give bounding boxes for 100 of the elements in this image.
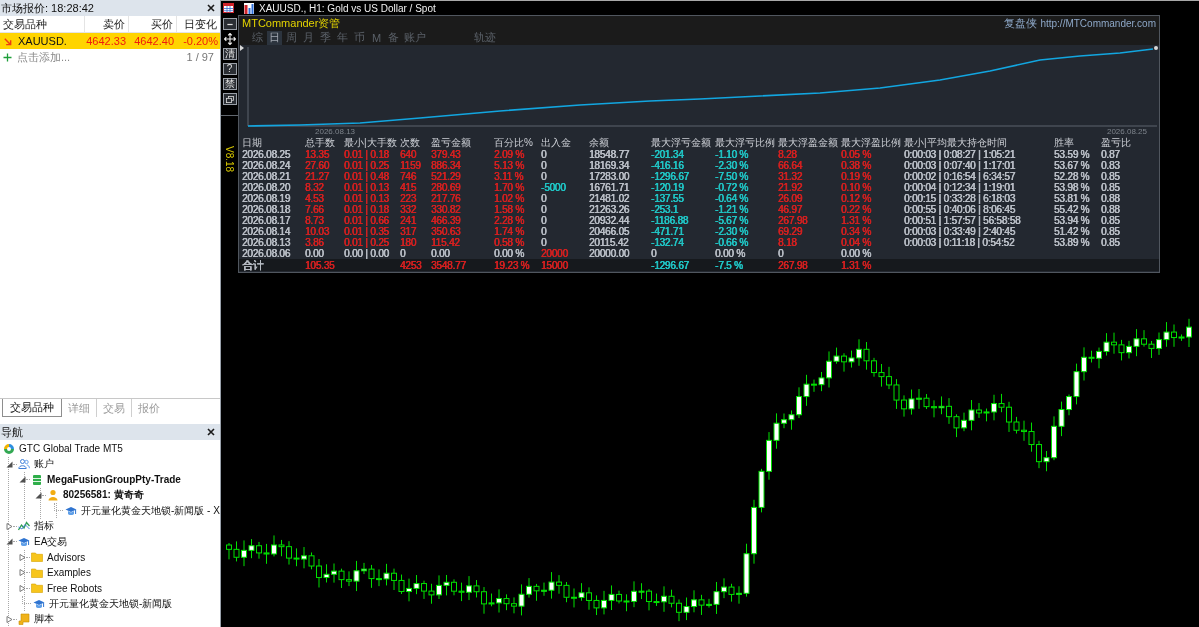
close-icon[interactable] bbox=[207, 4, 215, 12]
expand-arrow-icon[interactable] bbox=[6, 522, 13, 530]
quote-row[interactable]: XAUUSD. 4642.33 4642.40 -0.20% bbox=[0, 33, 220, 49]
table-cell: 1.02 % bbox=[494, 193, 524, 204]
panel-title: MTCommander资管 bbox=[242, 16, 341, 31]
table-cell: 21263.26 bbox=[589, 204, 630, 215]
table-cell: 52.28 % bbox=[1054, 171, 1090, 182]
period-tab[interactable]: 日 bbox=[267, 30, 282, 45]
table-cell: 20466.05 bbox=[589, 226, 630, 237]
table-cell: 217.76 bbox=[431, 193, 461, 204]
tree-item[interactable]: MegaFusionGroupPty-Trade bbox=[47, 474, 181, 486]
column-header: 胜率 bbox=[1054, 137, 1075, 149]
table-cell: 18169.34 bbox=[589, 160, 630, 171]
table-cell: 0.00 % bbox=[494, 248, 524, 259]
table-cell: 1.70 % bbox=[494, 182, 524, 193]
column-header: 最小|大手数 bbox=[344, 137, 398, 149]
table-cell: 3.86 bbox=[305, 237, 324, 248]
table-cell: 0.22 % bbox=[841, 204, 871, 215]
table-cell: 5.13 % bbox=[494, 160, 524, 171]
table-cell: 0:00:02 | 0:16:54 | 6:34:57 bbox=[904, 171, 1015, 182]
column-header: 总手数 bbox=[305, 137, 336, 149]
column-header: 盈亏比 bbox=[1101, 137, 1132, 149]
table-cell: 267.98 bbox=[778, 259, 808, 271]
table-cell: 746 bbox=[400, 171, 417, 182]
table-cell: 0.01 | 0.35 bbox=[344, 226, 389, 237]
date-label: 2026.08.13 bbox=[315, 127, 356, 136]
table-cell: 1.31 % bbox=[841, 259, 871, 271]
table-cell: 0.00 bbox=[305, 248, 324, 259]
expand-arrow-icon[interactable] bbox=[19, 569, 26, 577]
graduation-cap-icon bbox=[18, 535, 30, 548]
table-cell: 0:00:04 | 0:12:34 | 1:19:01 bbox=[904, 182, 1015, 193]
column-header: 余额 bbox=[589, 137, 610, 149]
tree-item[interactable]: Free Robots bbox=[47, 582, 103, 594]
table-cell: 0.00 % bbox=[841, 248, 871, 259]
table-cell: 53.89 % bbox=[1054, 237, 1090, 248]
tree-item[interactable]: GTC Global Trade MT5 bbox=[19, 443, 123, 455]
tree-item[interactable]: 80256581: 黄奇奇 bbox=[63, 488, 144, 503]
website-link[interactable]: http://MTCommander.com bbox=[1040, 18, 1156, 29]
close-icon[interactable] bbox=[207, 428, 215, 436]
tree-item[interactable]: Advisors bbox=[47, 551, 86, 563]
move-icon[interactable] bbox=[223, 33, 236, 45]
column-header[interactable]: 交易品种 bbox=[0, 16, 84, 32]
column-header: 盈亏金额 bbox=[431, 137, 472, 149]
table-cell: 267.98 bbox=[778, 215, 808, 226]
table-cell: 16761.71 bbox=[589, 182, 630, 193]
add-symbol-link[interactable]: 点击添加... bbox=[17, 49, 71, 65]
table-cell: -2.30 % bbox=[715, 160, 749, 171]
toolbar-button[interactable]: 清 bbox=[222, 48, 237, 60]
column-header[interactable]: 卖价 bbox=[84, 16, 128, 32]
expand-arrow-icon[interactable] bbox=[19, 584, 26, 592]
brand-name: 复盘侠 bbox=[1004, 16, 1038, 31]
table-cell: 0:00:03 | 0:33:49 | 2:40:45 bbox=[904, 226, 1015, 237]
table-cell: 1159 bbox=[400, 160, 421, 171]
toolbar-button[interactable]: ? bbox=[222, 63, 237, 75]
table-cell: 2026.08.13 bbox=[242, 237, 291, 248]
tab[interactable]: 交易品种 bbox=[2, 399, 62, 417]
table-cell: 4.53 bbox=[305, 193, 324, 204]
bid-cell-text: 4642.33 bbox=[85, 34, 127, 49]
table-cell: 0:00:55 | 0:40:06 | 8:06:45 bbox=[904, 204, 1015, 215]
column-header: 出入金 bbox=[541, 137, 572, 149]
table-cell: 0.85 bbox=[1101, 171, 1120, 182]
symbol-count: 1 / 97 bbox=[186, 51, 214, 63]
tree-item[interactable]: EA交易 bbox=[34, 534, 68, 549]
table-cell: 0 bbox=[541, 160, 547, 171]
tree-item[interactable]: 开元量化黄金天地锁-新闻版 bbox=[49, 596, 173, 611]
toolbar-button[interactable]: 禁 bbox=[222, 78, 237, 90]
expand-arrow-icon[interactable] bbox=[19, 476, 26, 484]
table-cell: 330.82 bbox=[431, 204, 461, 215]
table-cell: -7.50 % bbox=[715, 171, 749, 182]
tree-item[interactable]: 账户 bbox=[34, 457, 54, 472]
expand-arrow-icon[interactable] bbox=[6, 460, 13, 468]
tree-item[interactable]: 指标 bbox=[34, 519, 54, 534]
minimize-button[interactable] bbox=[222, 18, 237, 30]
restore-icon bbox=[225, 95, 234, 103]
expand-arrow-icon[interactable] bbox=[35, 491, 42, 499]
expand-arrow-icon[interactable] bbox=[6, 538, 13, 546]
table-cell: 0.87 bbox=[1101, 149, 1120, 160]
panel-title: 市场报价: 18:28:42 bbox=[1, 0, 94, 16]
table-cell: 53.94 % bbox=[1054, 215, 1090, 226]
column-header[interactable]: 日变化 bbox=[176, 16, 220, 32]
person-icon bbox=[47, 489, 59, 502]
table-cell: 0.01 | 0.13 bbox=[344, 182, 389, 193]
table-cell: 0.85 bbox=[1101, 182, 1120, 193]
tree-item[interactable]: Examples bbox=[47, 567, 91, 579]
table-cell: -120.19 bbox=[651, 182, 684, 193]
column-header[interactable]: 买价 bbox=[128, 16, 176, 32]
table-cell: 0.04 % bbox=[841, 237, 871, 248]
table-cell: 0 bbox=[541, 237, 547, 248]
restore-button[interactable] bbox=[222, 93, 237, 105]
expand-arrow-icon[interactable] bbox=[19, 553, 26, 561]
table-cell: -1.10 % bbox=[715, 149, 749, 160]
table-cell: 521.29 bbox=[431, 171, 461, 182]
table-icon[interactable] bbox=[223, 3, 234, 13]
table-cell: 2026.08.25 bbox=[242, 149, 291, 160]
table-cell: 0.34 % bbox=[841, 226, 871, 237]
table-cell: 0.85 bbox=[1101, 215, 1120, 226]
tree-item[interactable]: 脚本 bbox=[34, 612, 54, 627]
expand-arrow-icon[interactable] bbox=[6, 615, 13, 623]
line-chart-icon bbox=[18, 520, 30, 533]
table-cell: 0:00:51 | 1:57:57 | 56:58:58 bbox=[904, 215, 1021, 226]
